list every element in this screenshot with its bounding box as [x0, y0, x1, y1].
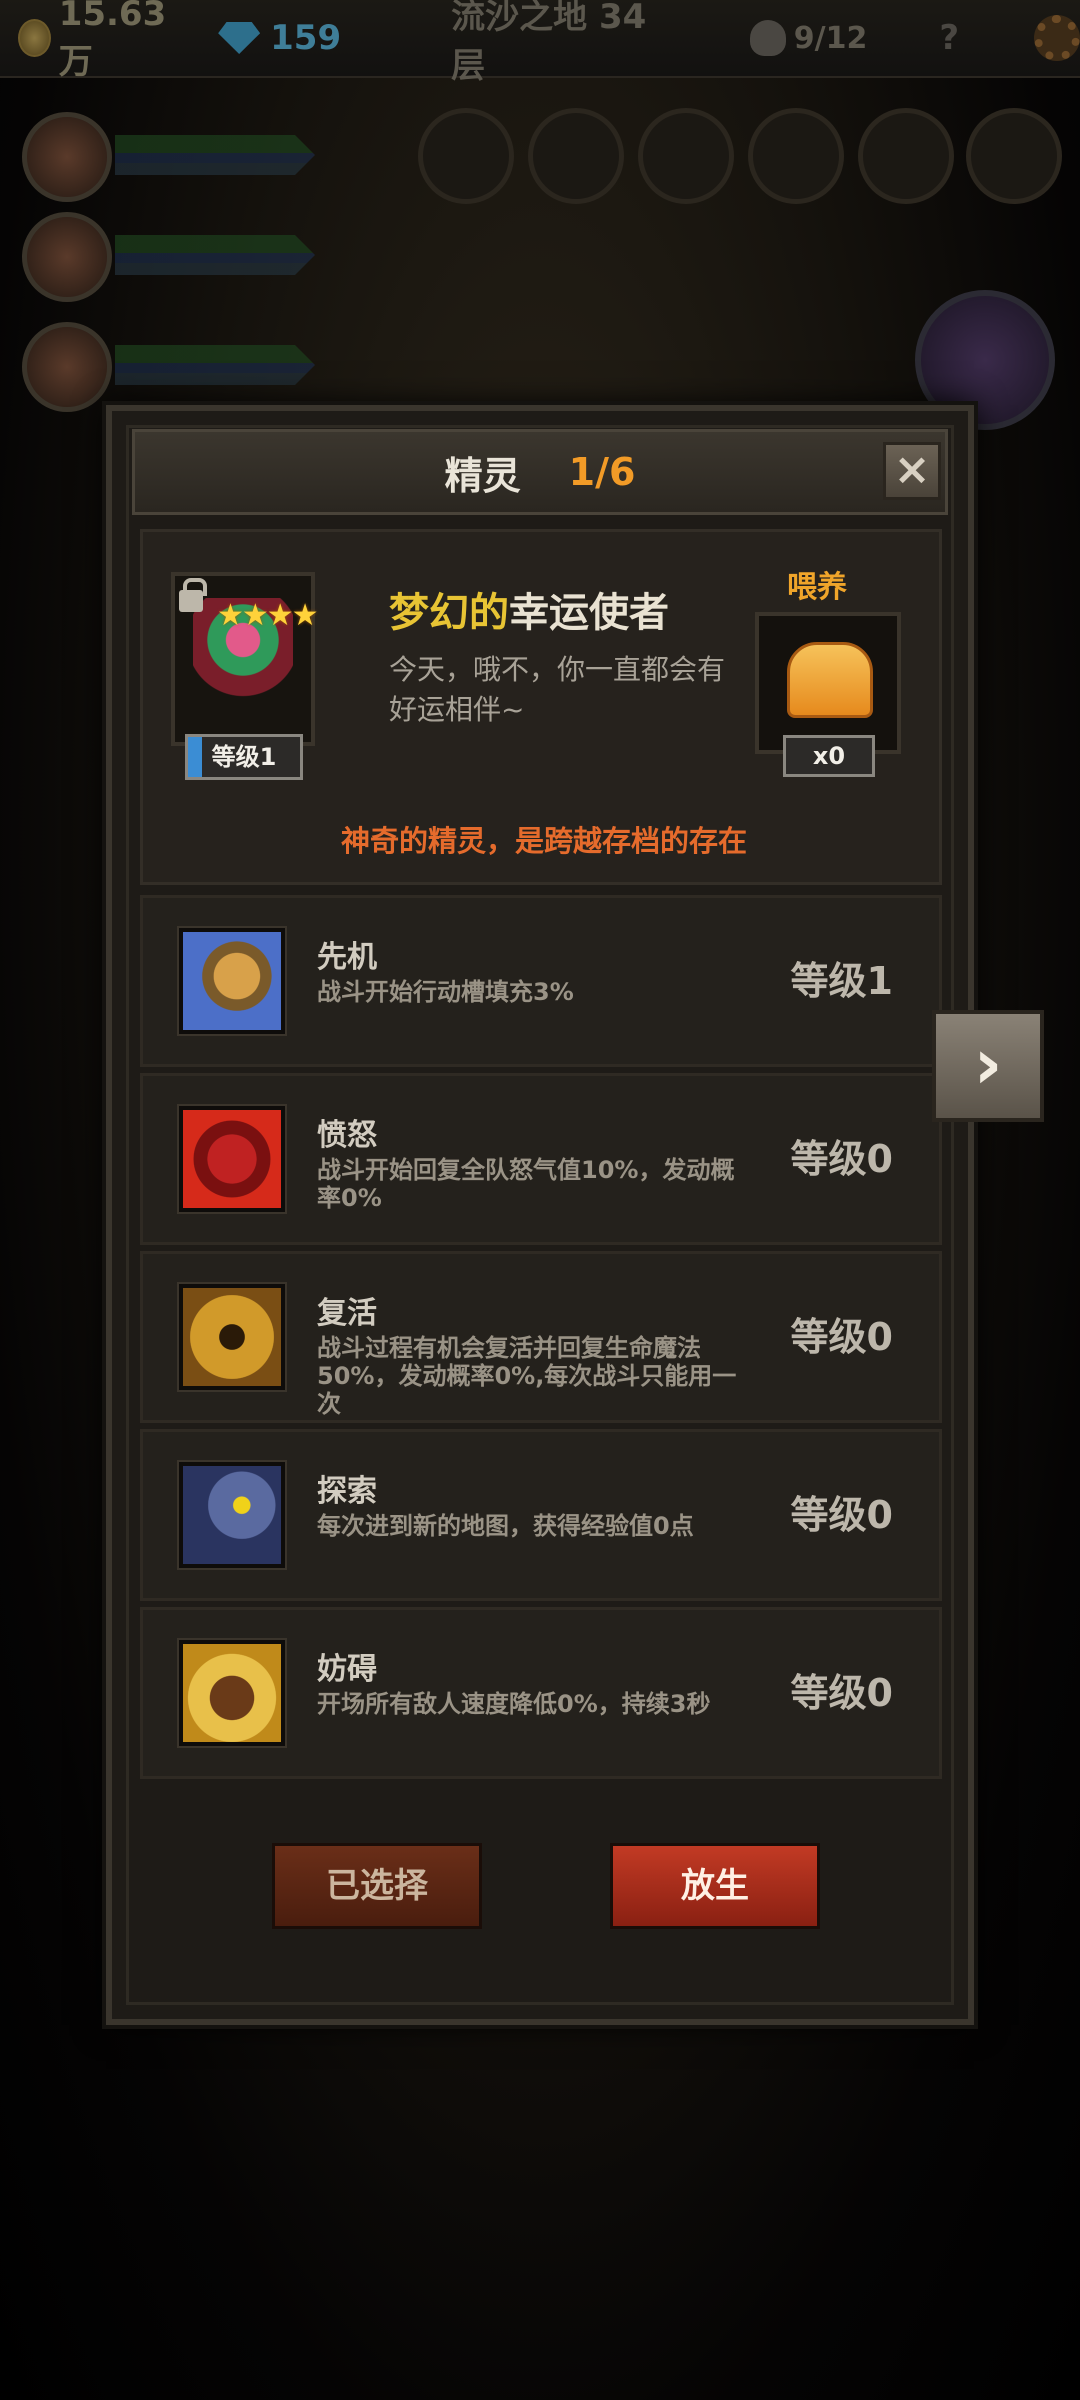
bread-icon — [787, 642, 873, 718]
skill-row[interactable]: 复活 战斗过程有机会复活并回复生命魔法50%，发动概率0%,每次战斗只能用一次 … — [140, 1251, 942, 1423]
chain-boot-icon — [179, 1640, 285, 1746]
skill-description: 每次进到新的地图，获得经验值0点 — [317, 1512, 694, 1540]
diamond-icon — [218, 22, 261, 54]
skill-row[interactable]: 愤怒 战斗开始回复全队怒气值10%，发动概率0% 等级0 — [140, 1073, 942, 1245]
sprite-description: 今天，哦不，你一直都会有好运相伴~ — [389, 653, 726, 726]
skill-name: 妨碍 — [317, 1652, 377, 1687]
settings-button[interactable] — [974, 0, 1080, 77]
feed-count: x0 — [783, 735, 875, 777]
gear-icon — [1034, 15, 1080, 61]
skill-level: 等级0 — [790, 1671, 893, 1715]
skill-description: 战斗开始回复全队怒气值10%，发动概率0% — [317, 1156, 735, 1212]
hero-portrait[interactable] — [22, 112, 112, 202]
release-button[interactable]: 放生 — [610, 1843, 820, 1929]
star-rating: ★★★★ — [217, 598, 319, 633]
sprite-level: 等级1 — [185, 734, 303, 780]
skill-name: 探索 — [317, 1474, 377, 1509]
revive-icon — [179, 1284, 285, 1390]
dialog-title: 精灵 — [444, 453, 521, 498]
owl-icon — [179, 1462, 285, 1568]
skill-description: 战斗开始行动槽填充3% — [317, 978, 574, 1006]
skill-level: 等级0 — [790, 1315, 893, 1359]
skill-level: 等级0 — [790, 1137, 893, 1181]
skill-name: 复活 — [317, 1296, 377, 1331]
skill-description: 战斗过程有机会复活并回复生命魔法50%，发动概率0%,每次战斗只能用一次 — [317, 1334, 737, 1418]
leopard-icon — [179, 928, 285, 1034]
skill-row[interactable]: 先机 战斗开始行动槽填充3% 等级1 — [140, 895, 942, 1067]
dialog-title-bar: 精灵 1/6 × — [132, 429, 948, 515]
skill-level: 等级1 — [790, 959, 893, 1003]
skill-level: 等级0 — [790, 1493, 893, 1537]
skill-name: 先机 — [317, 940, 377, 975]
skill-name: 愤怒 — [317, 1118, 377, 1153]
hero-hp-bar — [115, 345, 315, 385]
sprite-info-panel: ★★★★ 等级1 梦幻的幸运使者 今天，哦不，你一直都会有好运相伴~ 喂养 x0… — [140, 529, 942, 885]
coin-icon — [18, 19, 51, 57]
panther-icon — [179, 1106, 285, 1212]
selected-button[interactable]: 已选择 — [272, 1843, 482, 1929]
map-name: 流沙之地 34层 — [451, 0, 647, 86]
lock-icon[interactable] — [179, 578, 207, 612]
skull-icon — [749, 20, 786, 56]
hero-hp-bar — [115, 135, 315, 175]
item-slot[interactable] — [638, 108, 734, 204]
item-slot[interactable] — [528, 108, 624, 204]
skill-description: 开场所有敌人速度降低0%，持续3秒 — [317, 1690, 711, 1718]
sprite-count: 1/6 — [568, 450, 636, 494]
sprite-name-prefix: 梦幻的 — [389, 590, 509, 636]
feed-label: 喂养 — [787, 570, 847, 605]
sprite-name-suffix: 幸运使者 — [509, 590, 669, 636]
skill-list: 先机 战斗开始行动槽填充3% 等级1 愤怒 战斗开始回复全队怒气值10%，发动概… — [140, 895, 942, 1785]
next-sprite-button[interactable]: › — [932, 1010, 1044, 1122]
gem-value: 159 — [270, 18, 342, 58]
gold-value: 15.63万 — [58, 0, 167, 82]
hero-hp-bar — [115, 235, 315, 275]
help-icon[interactable]: ? — [939, 0, 974, 77]
item-slot[interactable] — [858, 108, 954, 204]
skill-row[interactable]: 妨碍 开场所有敌人速度降低0%，持续3秒 等级0 — [140, 1607, 942, 1779]
sprite-tagline: 神奇的精灵，是跨越存档的存在 — [340, 824, 747, 858]
kill-counter: 9/12 — [650, 0, 868, 77]
item-slot[interactable] — [748, 108, 844, 204]
feed-button[interactable] — [755, 612, 901, 754]
gold-counter: 15.63万 — [0, 0, 178, 82]
top-status-bar: 15.63万 159 流沙之地 34层 9/12 ? — [0, 0, 1080, 86]
locked-slot — [966, 108, 1062, 204]
skill-row[interactable]: 探索 每次进到新的地图，获得经验值0点 等级0 — [140, 1429, 942, 1601]
close-button[interactable]: × — [883, 442, 941, 500]
hero-portrait[interactable] — [22, 322, 112, 412]
gem-counter: 159 — [178, 0, 341, 77]
sprite-name: 梦幻的幸运使者 — [389, 580, 669, 638]
kill-value: 9/12 — [793, 20, 868, 56]
hero-portrait[interactable] — [22, 212, 112, 302]
sprite-dialog: 精灵 1/6 × ★★★★ 等级1 梦幻的幸运使者 今天，哦不，你一直都会有好运… — [106, 405, 974, 2025]
item-slot[interactable] — [418, 108, 514, 204]
sprite-portrait-frame[interactable]: ★★★★ — [171, 572, 319, 746]
